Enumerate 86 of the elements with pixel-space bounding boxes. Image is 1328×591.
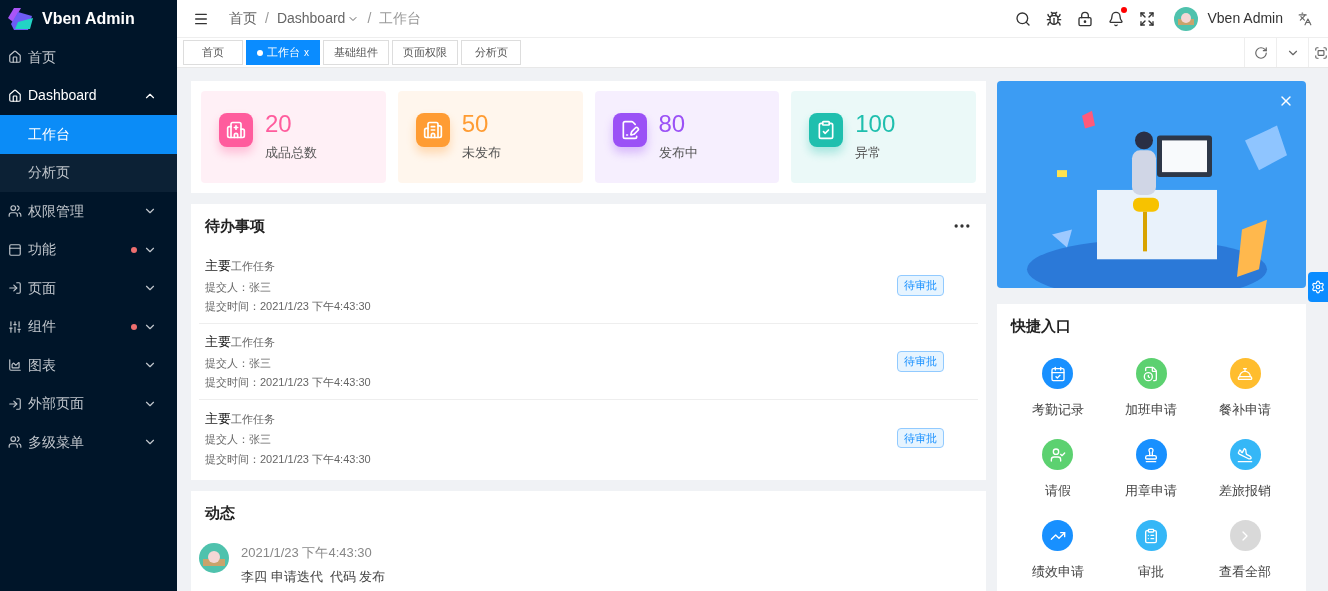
- shortcut-label[interactable]: 用章申请: [1125, 481, 1178, 501]
- login-icon: [8, 396, 22, 411]
- submenu-item[interactable]: 分析页: [0, 153, 177, 192]
- stat-label: 异常: [855, 144, 883, 162]
- stat-label: 成品总数: [265, 144, 317, 162]
- home-icon: [8, 50, 22, 65]
- status-tag: 待审批: [897, 275, 944, 296]
- home-icon: [8, 88, 22, 103]
- user-avatar[interactable]: [1173, 6, 1198, 31]
- menu-item[interactable]: 权限管理: [0, 192, 177, 231]
- page-tab[interactable]: 首页: [183, 40, 243, 65]
- task-submitter: 提交人：张三: [205, 279, 272, 295]
- menu-item[interactable]: 功能: [0, 230, 177, 269]
- task-time: 提交时间：2021/1/23 下午4:43:30: [205, 451, 372, 467]
- task-type: 工作任务: [231, 335, 275, 351]
- food-cover-icon[interactable]: [1229, 358, 1261, 389]
- calendar-check-icon[interactable]: [1042, 358, 1074, 389]
- chart-icon[interactable]: [1042, 520, 1074, 551]
- activity-text: 李四 申请迭代 代码 发布: [241, 567, 386, 586]
- stat-value: 80: [658, 109, 687, 139]
- breadcrumb-link[interactable]: 首页: [229, 8, 257, 29]
- lock-icon[interactable]: [1076, 10, 1093, 27]
- stamp-icon[interactable]: [1136, 439, 1167, 470]
- shortcut-label[interactable]: 餐补申请: [1219, 400, 1272, 420]
- menu-item[interactable]: 外部页面: [0, 384, 177, 423]
- shortcut-label[interactable]: 绩效申请: [1031, 562, 1084, 582]
- login-icon: [8, 281, 22, 296]
- menu-item[interactable]: 多级菜单: [0, 423, 177, 462]
- task-submitter: 提交人：张三: [205, 355, 272, 371]
- task-submitter: 提交人：张三: [205, 432, 272, 448]
- logo-icon: [8, 8, 34, 30]
- user-name[interactable]: Vben Admin: [1207, 8, 1283, 29]
- stat-value: 100: [855, 109, 896, 139]
- task-type: 工作任务: [231, 259, 275, 275]
- bell-icon[interactable]: [1107, 10, 1124, 27]
- status-tag: 待审批: [897, 351, 944, 372]
- shortcut-label[interactable]: 考勤记录: [1031, 400, 1084, 420]
- page-tab[interactable]: 分析页: [461, 40, 521, 65]
- breadcrumb-separator: /: [265, 9, 269, 28]
- task-title: 主要: [205, 333, 231, 352]
- plane-icon[interactable]: [1229, 439, 1261, 470]
- document-clock-icon[interactable]: [1136, 358, 1167, 389]
- task-time: 提交时间：2021/1/23 下午4:43:30: [205, 375, 372, 391]
- menu-item[interactable]: 页面: [0, 269, 177, 308]
- shortcut-label[interactable]: 差旅报销: [1219, 481, 1272, 501]
- panel-title: 待办事项: [205, 215, 265, 236]
- panel-title: 快捷入口: [1011, 315, 1071, 336]
- shortcut-label[interactable]: 请假: [1044, 481, 1071, 501]
- settings-button[interactable]: [1308, 272, 1328, 302]
- stat-value: 20: [265, 109, 293, 139]
- bug-icon[interactable]: [1045, 10, 1062, 27]
- user-avatar: [199, 543, 229, 573]
- breadcrumb-separator: /: [367, 9, 372, 28]
- task-type: 工作任务: [231, 411, 275, 427]
- page-tab[interactable]: 页面权限: [392, 40, 458, 65]
- settings-icon: [1311, 280, 1325, 294]
- refresh-icon[interactable]: [1253, 45, 1268, 60]
- shortcut-label[interactable]: 审批: [1138, 562, 1165, 582]
- menu-item[interactable]: 首页: [0, 38, 177, 77]
- status-tag: 待审批: [897, 427, 944, 449]
- shortcut-label[interactable]: 加班申请: [1125, 400, 1178, 420]
- task-title: 主要: [205, 409, 231, 428]
- area-chart-icon: [8, 358, 22, 373]
- menu-item[interactable]: Dashboard: [0, 76, 177, 115]
- activity-time: 2021/1/23 下午4:43:30: [241, 544, 373, 562]
- clipboard-icon[interactable]: [1136, 520, 1167, 551]
- sliders-icon: [8, 319, 22, 334]
- task-title: 主要: [205, 257, 231, 276]
- menu-item[interactable]: 组件: [0, 307, 177, 346]
- stat-value: 50: [461, 109, 490, 139]
- task-time: 提交时间：2021/1/23 下午4:43:30: [205, 299, 372, 315]
- search-icon[interactable]: [1014, 10, 1031, 27]
- users-icon: [8, 204, 22, 219]
- page-tab[interactable]: 基础组件: [323, 40, 389, 65]
- stat-label: 未发布: [461, 144, 501, 162]
- stat-label: 发布中: [658, 144, 698, 162]
- translate-icon[interactable]: [1298, 11, 1312, 26]
- menu-item[interactable]: 图表: [0, 346, 177, 385]
- breadcrumb-link[interactable]: Dashboard: [276, 8, 360, 29]
- fullscreen-icon[interactable]: [1138, 10, 1155, 27]
- shortcut-label[interactable]: 查看全部: [1219, 562, 1272, 582]
- fullscreen-icon[interactable]: [1314, 45, 1328, 60]
- app-title: Vben Admin: [42, 9, 135, 29]
- panel-title: 动态: [205, 502, 235, 523]
- panel-icon: [8, 242, 22, 257]
- users-icon: [8, 435, 22, 450]
